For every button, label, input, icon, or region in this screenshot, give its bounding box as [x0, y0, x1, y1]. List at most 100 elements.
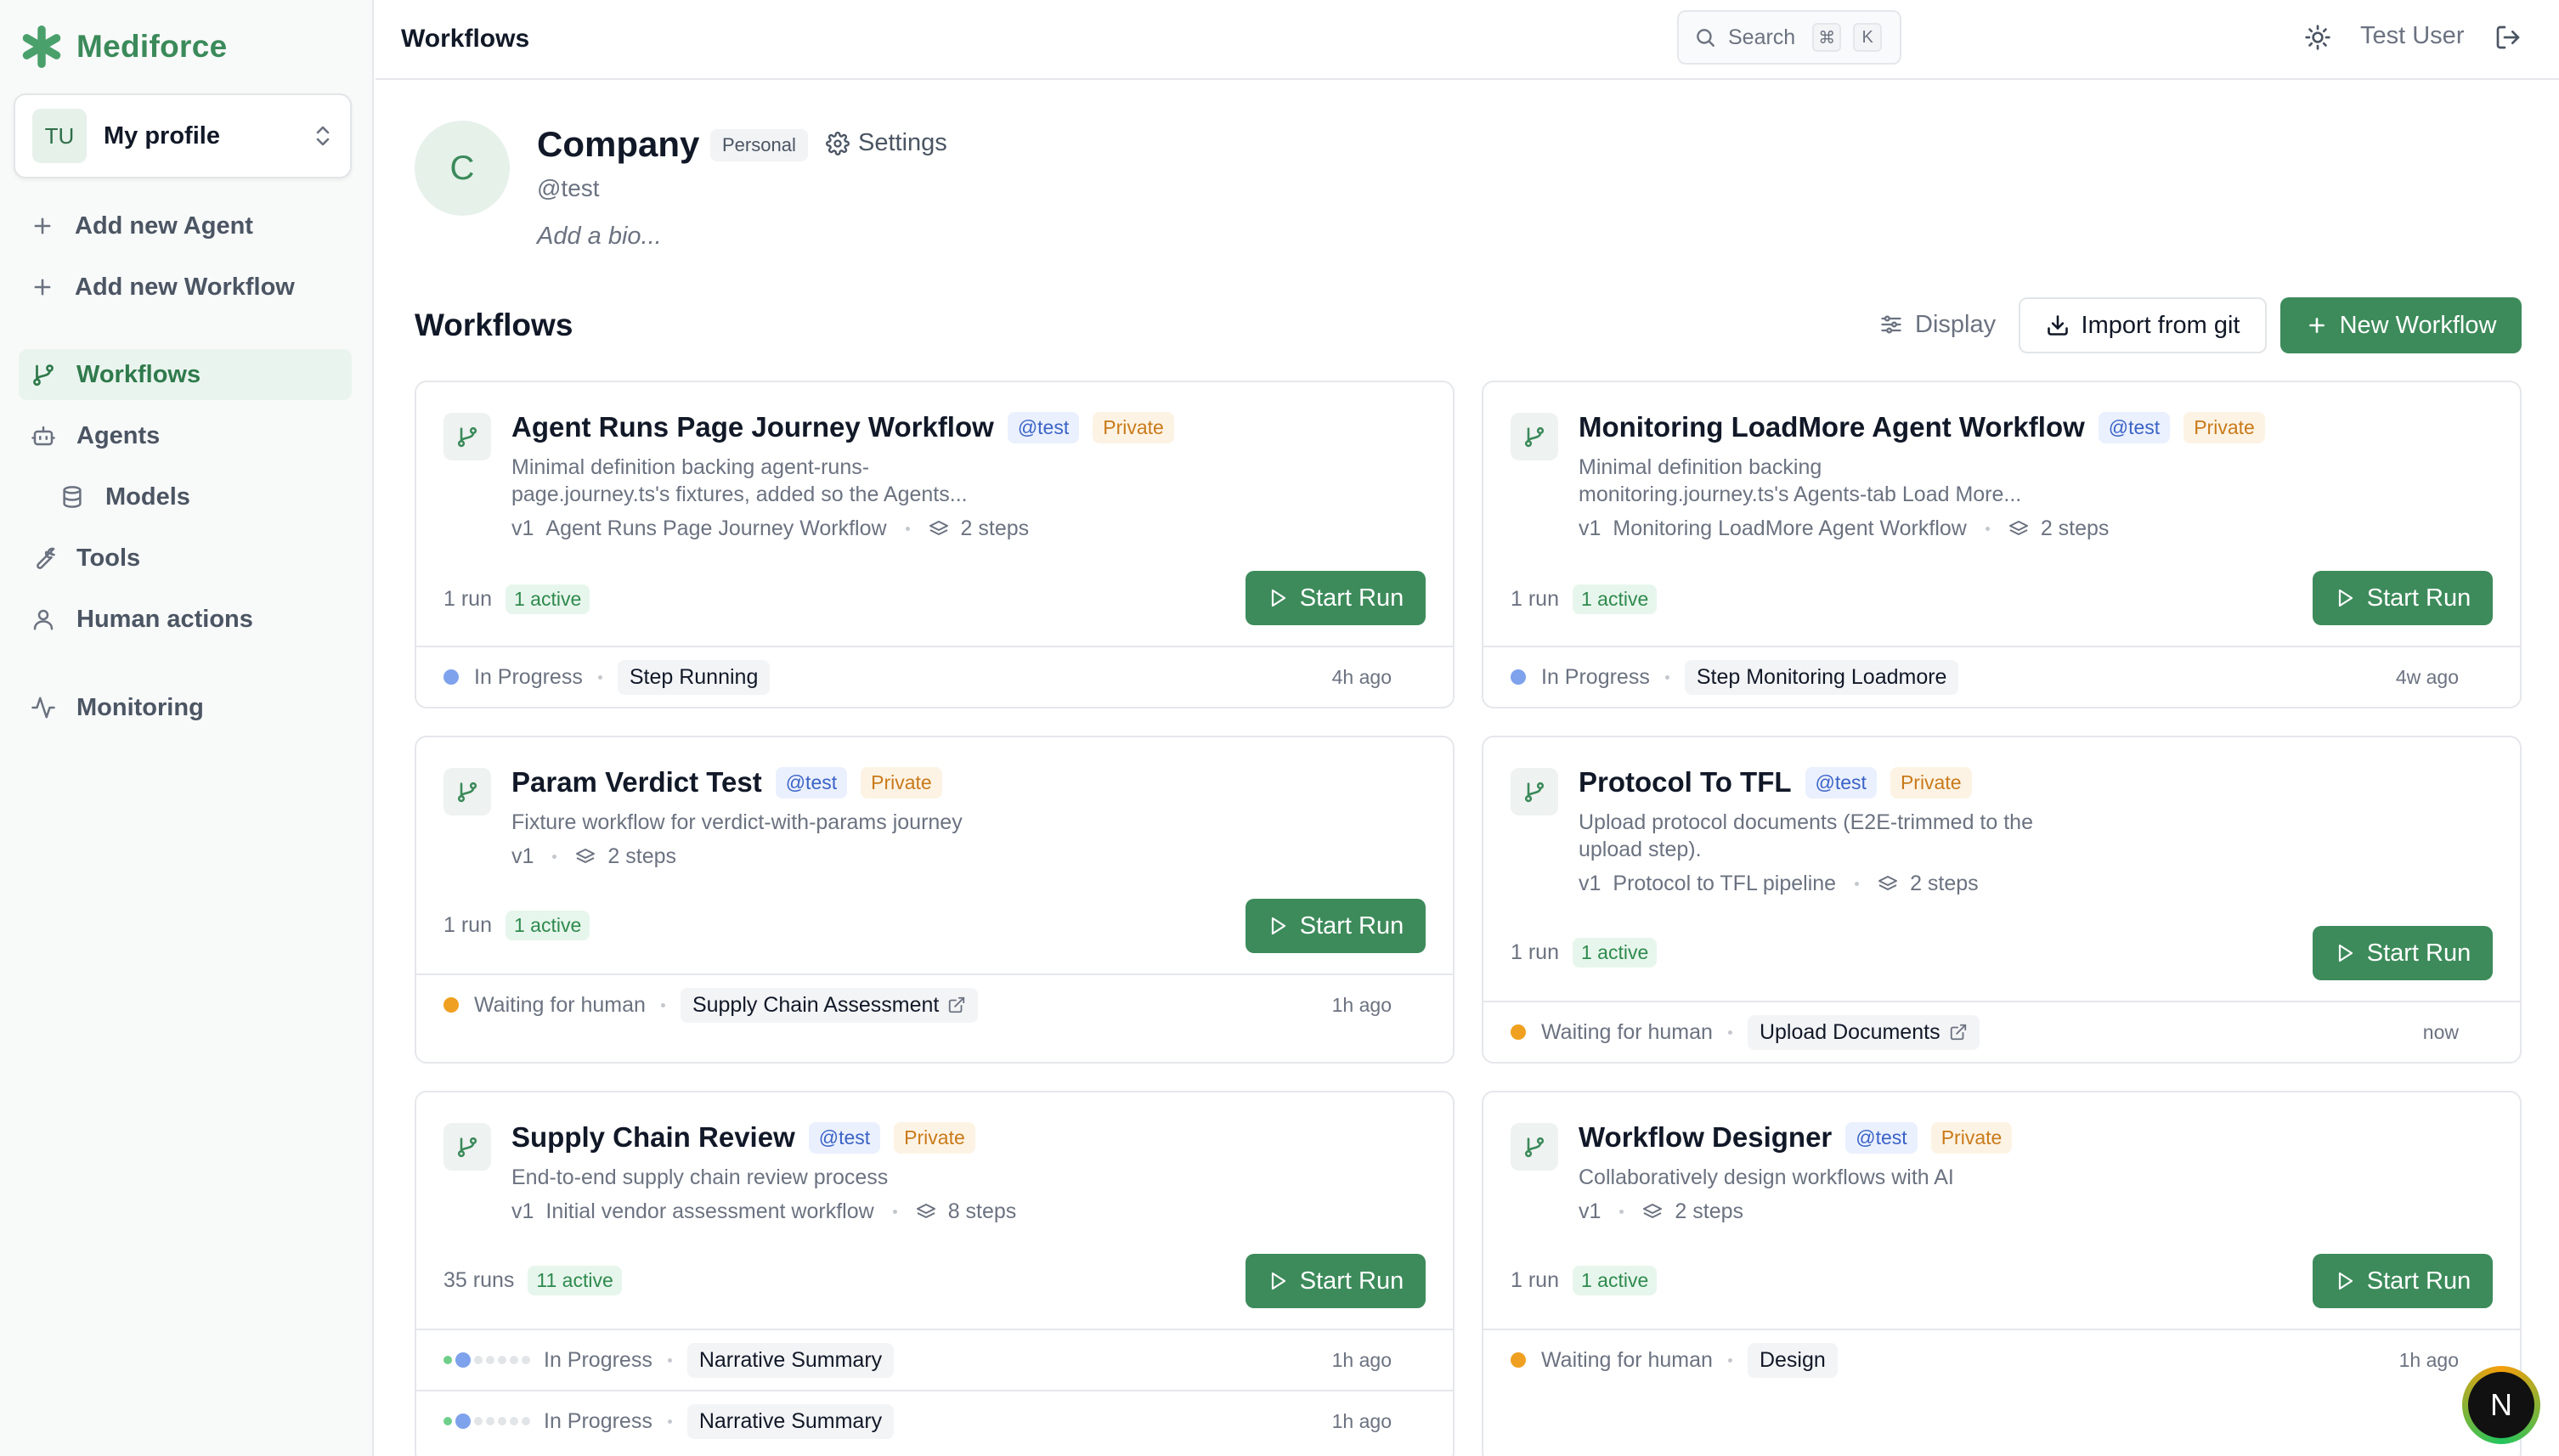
separator [1727, 1030, 1732, 1035]
brand[interactable]: Mediforce [19, 24, 227, 70]
run-time: 1h ago [1331, 1409, 1392, 1432]
step-chip: Design [1747, 1342, 1838, 1378]
layers-icon [1878, 874, 1898, 894]
visibility-badge: Private [1930, 1121, 2013, 1154]
workflow-card[interactable]: Protocol To TFL @test Private Upload pro… [1482, 736, 2522, 1064]
separator [660, 1002, 665, 1007]
workflow-title[interactable]: Supply Chain Review [511, 1121, 795, 1154]
add-workflow-button[interactable]: Add new Workflow [19, 262, 352, 313]
sidebar-item-tools[interactable]: Tools [19, 533, 352, 584]
bot-icon [31, 423, 56, 449]
workflow-title[interactable]: Protocol To TFL [1579, 766, 1792, 799]
search-input[interactable]: Search ⌘ K [1677, 10, 1901, 65]
activity-icon [31, 695, 56, 720]
description-line: Fixture workflow for verdict-with-params… [511, 810, 963, 834]
display-button[interactable]: Display [1869, 297, 2006, 352]
git-branch-icon [443, 768, 491, 815]
logout-icon[interactable] [2494, 24, 2522, 51]
workflow-title[interactable]: Param Verdict Test [511, 766, 762, 799]
company-handle: @test [537, 175, 600, 201]
workflow-title[interactable]: Agent Runs Page Journey Workflow [511, 411, 994, 443]
sidebar-item-monitoring[interactable]: Monitoring [19, 682, 352, 733]
workflow-card[interactable]: Supply Chain Review @test Private End-to… [415, 1091, 1455, 1456]
new-workflow-button[interactable]: New Workflow [2280, 297, 2522, 353]
active-badge: 1 active [1572, 938, 1658, 968]
git-branch-icon [1511, 413, 1558, 460]
bio-field[interactable]: Add a bio... [537, 223, 662, 251]
version-label: v1 [1579, 1199, 1601, 1223]
assistant-button[interactable]: N [2462, 1366, 2540, 1444]
separator [597, 674, 602, 680]
import-from-git-button[interactable]: Import from git [2019, 297, 2267, 353]
run-row[interactable]: In Progress Step Running 4h ago [416, 646, 1453, 707]
run-time: 4w ago [2395, 665, 2459, 688]
import-label: Import from git [2081, 311, 2240, 339]
start-run-button[interactable]: Start Run [1246, 1254, 1426, 1308]
sidebar-item-human-actions[interactable]: Human actions [19, 594, 352, 645]
start-run-button[interactable]: Start Run [2313, 926, 2493, 980]
sun-icon[interactable] [2304, 24, 2331, 51]
sidebar-item-workflows[interactable]: Workflows [19, 349, 352, 400]
workflow-card[interactable]: Param Verdict Test @test Private Fixture… [415, 736, 1455, 1064]
section-title: Workflows [415, 308, 573, 342]
new-workflow-label: New Workflow [2339, 311, 2497, 339]
settings-button[interactable]: Settings [826, 129, 947, 157]
run-row[interactable]: Waiting for human Upload Documents now [1483, 1001, 2520, 1062]
visibility-badge: Private [894, 1121, 975, 1154]
run-row[interactable]: Waiting for human Design 1h ago [1483, 1329, 2520, 1390]
layers-icon [916, 1202, 936, 1222]
workflow-title[interactable]: Workflow Designer [1579, 1121, 1832, 1154]
start-run-label: Start Run [2366, 1267, 2471, 1295]
workflow-card[interactable]: Workflow Designer @test Private Collabor… [1482, 1091, 2522, 1456]
run-row[interactable]: In Progress Narrative Summary 1h ago [416, 1390, 1453, 1451]
play-icon [2335, 943, 2355, 963]
status-dot [443, 997, 459, 1013]
start-run-button[interactable]: Start Run [2313, 1254, 2493, 1308]
add-agent-button[interactable]: Add new Agent [19, 200, 352, 251]
page-title: Workflows [401, 25, 530, 53]
workflow-card[interactable]: Monitoring LoadMore Agent Workflow @test… [1482, 381, 2522, 708]
runs-count: 1 run [443, 913, 492, 937]
step-chip[interactable]: Upload Documents [1747, 1014, 1980, 1050]
run-row[interactable]: In Progress Step Monitoring Loadmore 4w … [1483, 646, 2520, 707]
run-status: In Progress [544, 1347, 652, 1372]
sidebar-item-agents[interactable]: Agents [19, 410, 352, 461]
play-icon [1268, 916, 1288, 936]
step-name: Step Monitoring Loadmore [1696, 664, 1947, 689]
sidebar-item-models[interactable]: Models [48, 471, 352, 522]
git-branch-icon [443, 413, 491, 460]
workflow-meta: v1 Monitoring LoadMore Agent Workflow 2 … [1579, 516, 2109, 541]
search-icon [1694, 26, 1716, 48]
visibility-badge: Private [1890, 766, 1972, 799]
start-run-button[interactable]: Start Run [1246, 899, 1426, 953]
user-name[interactable]: Test User [2360, 22, 2464, 50]
status-dot [1511, 669, 1526, 685]
sliders-icon [1879, 313, 1903, 336]
owner-badge: @test [1845, 1121, 1918, 1154]
asterisk-logo-icon [19, 24, 65, 70]
start-run-button[interactable]: Start Run [1246, 571, 1426, 625]
active-badge: 1 active [1572, 584, 1658, 614]
steps-count: 2 steps [607, 844, 677, 868]
workflow-card[interactable]: Agent Runs Page Journey Workflow @test P… [415, 381, 1455, 708]
run-status: Waiting for human [1541, 1347, 1713, 1372]
add-workflow-label: Add new Workflow [75, 273, 295, 301]
layers-icon [1642, 1202, 1663, 1222]
run-row[interactable]: In Progress Narrative Summary 1h ago [416, 1329, 1453, 1390]
runs-count: 1 run [1511, 940, 1559, 964]
workflow-meta: v1 Protocol to TFL pipeline 2 steps [1579, 872, 1979, 896]
runs-count: 1 run [1511, 1268, 1559, 1292]
run-row[interactable]: Waiting for human Supply Chain Assessmen… [416, 973, 1453, 1035]
run-status: Waiting for human [1541, 1019, 1713, 1044]
step-chip[interactable]: Supply Chain Assessment [680, 987, 979, 1023]
start-run-button[interactable]: Start Run [2313, 571, 2493, 625]
separator [1855, 882, 1860, 886]
workflow-description: End-to-end supply chain review process [511, 1164, 1038, 1191]
database-icon [59, 484, 85, 510]
runs-count: 35 runs [443, 1268, 515, 1292]
version-name: Initial vendor assessment workflow [545, 1199, 874, 1223]
profile-switcher[interactable]: TU My profile [14, 93, 352, 178]
run-time: now [2422, 1020, 2459, 1043]
gear-icon [826, 131, 850, 155]
workflow-title[interactable]: Monitoring LoadMore Agent Workflow [1579, 411, 2085, 443]
